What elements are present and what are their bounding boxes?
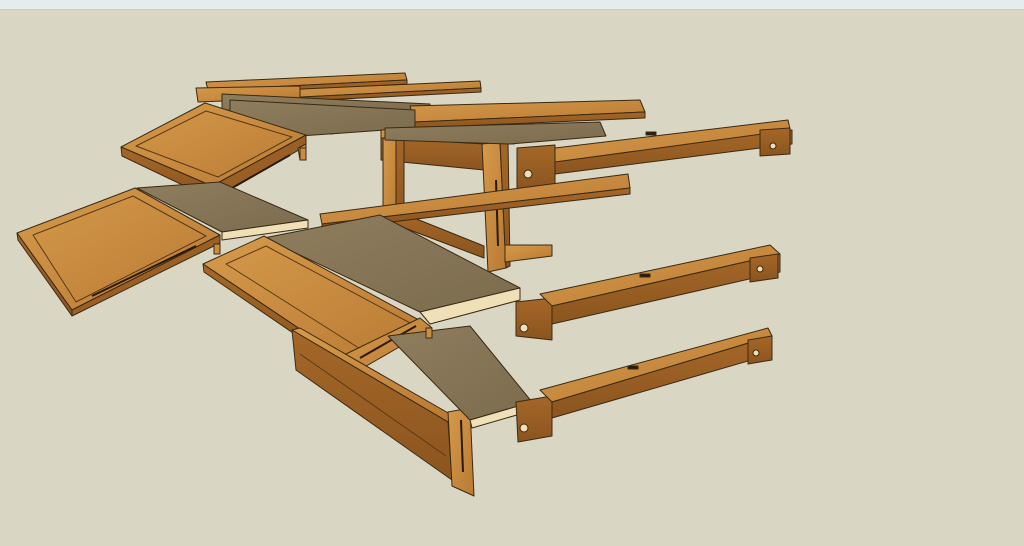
front-apron: [291, 325, 535, 497]
window-title-bar: [0, 0, 1024, 10]
lower-foot-rail: [515, 327, 773, 443]
exploded-furniture-model[interactable]: [0, 10, 1024, 546]
3d-model-viewport[interactable]: [0, 10, 1024, 546]
middle-foot-rail: [515, 244, 781, 341]
